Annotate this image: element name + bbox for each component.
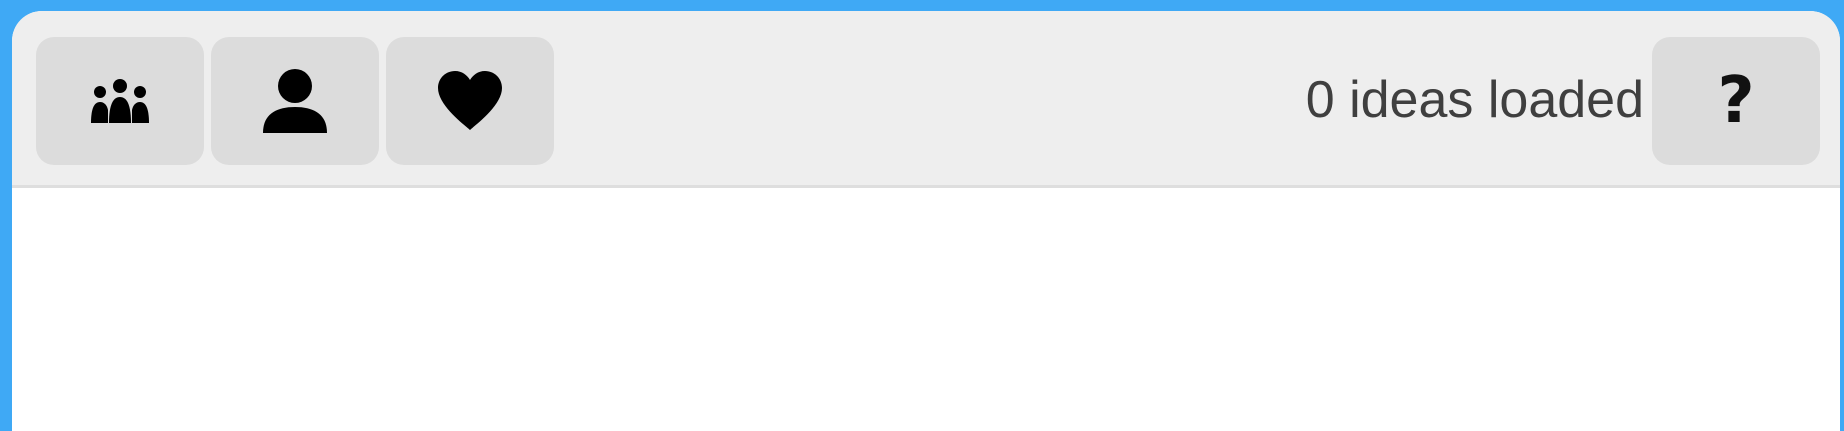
favorites-button[interactable] (386, 37, 554, 165)
help-button[interactable]: ? (1652, 37, 1820, 165)
groups-button[interactable] (36, 37, 204, 165)
content-area (12, 188, 1840, 431)
toolbar: 0 ideas loaded ? (12, 11, 1840, 188)
heart-icon (438, 71, 502, 130)
group-icon (91, 79, 149, 123)
user-button[interactable] (211, 37, 379, 165)
user-icon (263, 69, 327, 133)
help-icon: ? (1717, 64, 1755, 138)
ideas-loaded-status: 0 ideas loaded (1305, 71, 1644, 129)
app-window: 0 ideas loaded ? (12, 11, 1840, 431)
